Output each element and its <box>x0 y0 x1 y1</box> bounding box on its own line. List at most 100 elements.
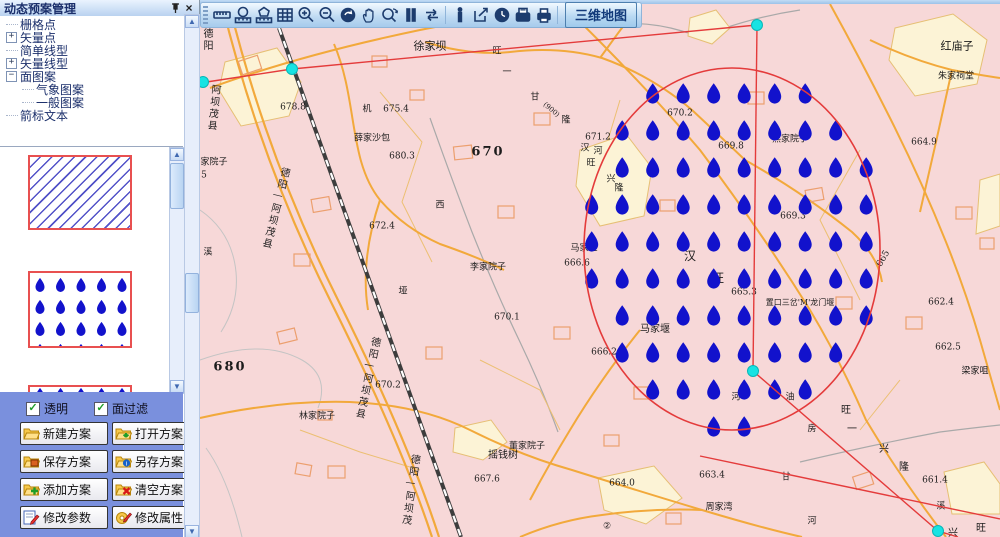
prev-view-icon[interactable] <box>337 5 358 26</box>
panel-title: 动态预案管理 <box>4 0 76 17</box>
button-label: 新建方案 <box>43 425 91 442</box>
map-label: 油 <box>785 394 794 403</box>
tree-item-7[interactable]: 箭标文本 <box>0 109 183 122</box>
button-label: 添加方案 <box>43 481 91 498</box>
map-label: 林家院子 <box>299 413 335 422</box>
pattern-tile-diagonal-hatch[interactable] <box>28 155 132 230</box>
plan-button-grid: 新建方案打开方案保存方案i另存方案添加方案清空方案修改参数修改属性 <box>20 422 196 534</box>
map-label: 德阳—阿坝茂县 <box>352 335 379 420</box>
button-label: 保存方案 <box>43 453 91 470</box>
pin-icon[interactable] <box>168 2 182 15</box>
scroll-up-arrow[interactable]: ▲ <box>170 148 184 161</box>
measure-distance-icon[interactable] <box>211 5 232 26</box>
measure-polygon-icon[interactable] <box>253 5 274 26</box>
pattern-list <box>0 147 169 392</box>
map-label: 680.3 <box>389 153 415 162</box>
clock-icon[interactable] <box>491 5 512 26</box>
map-label: 置口三岔'M'龙门堰 <box>766 299 835 307</box>
button-label: 清空方案 <box>135 481 183 498</box>
map-label: 旺 <box>841 406 851 416</box>
refresh-icon[interactable] <box>421 5 442 26</box>
scroll-up-arrow[interactable]: ▲ <box>185 15 199 28</box>
map-label: 669.8 <box>718 143 744 152</box>
layer-tree: 栅格点+矢量点简单线型+矢量线型−面图案气象图案一般图案箭标文本 <box>0 18 183 122</box>
map-label: 熊家院子 <box>772 136 808 145</box>
button-保存方案[interactable]: 保存方案 <box>20 450 108 473</box>
vertex-handle[interactable] <box>752 20 763 31</box>
zoom-out-icon[interactable] <box>316 5 337 26</box>
map-label: 隆 <box>561 117 570 126</box>
map-label: 溪 <box>936 503 945 512</box>
button-新建方案[interactable]: 新建方案 <box>20 422 108 445</box>
button-label: 修改参数 <box>43 509 91 526</box>
checkbox-面过滤[interactable]: ✓ 面过滤 <box>94 400 148 417</box>
map-label: 兴 <box>879 445 889 455</box>
scrollbar-thumb[interactable] <box>170 163 184 209</box>
map-label: 周家湾 <box>705 504 732 513</box>
identify-icon[interactable] <box>449 5 470 26</box>
print-icon[interactable] <box>533 5 554 26</box>
plan-manager-panel: 动态预案管理 × 栅格点+矢量点简单线型+矢量线型−面图案气象图案一般图案箭标文… <box>0 0 200 537</box>
export-icon[interactable] <box>470 5 491 26</box>
pattern-list-scrollbar: ▲ ▼ <box>169 147 185 394</box>
panel-title-bar: 动态预案管理 × <box>0 0 199 16</box>
checkbox-box[interactable]: ✓ <box>94 402 108 416</box>
button-label: 打开方案 <box>135 425 183 442</box>
map-label: 摇钱树 <box>488 451 518 461</box>
button-修改参数[interactable]: 修改参数 <box>20 506 108 529</box>
close-icon[interactable]: × <box>182 2 196 15</box>
zoom-select-icon[interactable] <box>379 5 400 26</box>
plan-buttons-panel: ✓透明✓面过滤 新建方案打开方案保存方案i另存方案添加方案清空方案修改参数修改属… <box>0 392 183 537</box>
map-label: 汉 <box>684 250 696 262</box>
map-label: 河 <box>593 148 602 157</box>
map-label: 阿坝茂县 <box>205 84 220 133</box>
tree-item-4[interactable]: −面图案 <box>0 70 183 83</box>
scrollbar-thumb[interactable] <box>185 273 199 313</box>
button-添加方案[interactable]: 添加方案 <box>20 478 108 501</box>
button-label: 另存方案 <box>135 453 183 470</box>
map-toolbar: 三维地图 <box>200 2 642 28</box>
zoom-in-icon[interactable] <box>295 5 316 26</box>
vertex-handle[interactable] <box>287 64 298 75</box>
collapse-minus-icon[interactable]: − <box>6 71 17 82</box>
measure-area-icon[interactable] <box>232 5 253 26</box>
map-label: 665.3 <box>731 289 757 298</box>
map-label: 机 <box>362 106 371 115</box>
toolbar-tools <box>211 5 561 26</box>
scroll-down-arrow[interactable]: ▼ <box>185 525 199 537</box>
checkbox-box[interactable]: ✓ <box>26 402 40 416</box>
folder-save-icon <box>23 454 40 469</box>
expand-plus-icon[interactable]: + <box>6 58 17 69</box>
map-label: 旺 <box>712 272 724 284</box>
map-label: 666.2 <box>591 349 617 358</box>
checkbox-透明[interactable]: ✓透明 <box>26 400 68 417</box>
save-icon[interactable] <box>512 5 533 26</box>
toolbar-separator <box>445 6 446 24</box>
map-label: 675.4 <box>383 106 409 115</box>
map-label: 662.5 <box>935 344 961 353</box>
edit-params-icon <box>23 510 40 525</box>
vertex-handle[interactable] <box>748 366 759 377</box>
map-label: 隆 <box>899 463 909 473</box>
map-label: 徐家坝 <box>414 41 447 52</box>
map-label: 马家垭 <box>570 245 597 254</box>
checkbox-label: 面过滤 <box>112 400 148 417</box>
map-label: 664.0 <box>609 480 635 489</box>
map-label: 隆 <box>614 185 623 194</box>
map-label: (900) <box>542 101 561 118</box>
map-3d-button[interactable]: 三维地图 <box>565 2 637 28</box>
map-label: 马家堰 <box>640 325 670 335</box>
button-label: 修改属性 <box>135 509 183 526</box>
toolbar-grip[interactable] <box>203 6 208 24</box>
pause-icon[interactable] <box>400 5 421 26</box>
vertex-handle[interactable] <box>933 526 944 537</box>
tree-connector <box>6 50 18 51</box>
pattern-tile-raindrop[interactable] <box>28 271 132 348</box>
map-label: 664.9 <box>911 139 937 148</box>
map-label: ② <box>603 523 611 532</box>
tree-connector <box>22 102 34 103</box>
pan-icon[interactable] <box>358 5 379 26</box>
expand-plus-icon[interactable]: + <box>6 32 17 43</box>
grid-icon[interactable] <box>274 5 295 26</box>
map-label: 梁家咀 <box>961 368 988 377</box>
